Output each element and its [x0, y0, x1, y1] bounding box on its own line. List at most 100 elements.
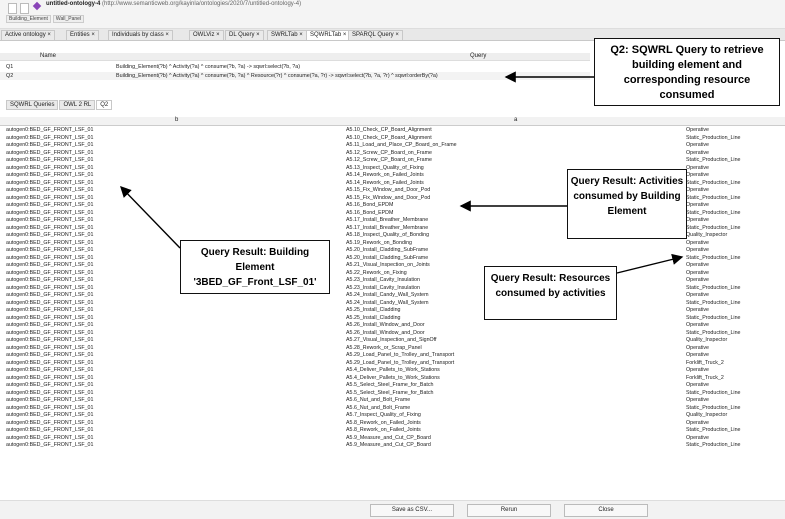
tab-swrltab[interactable]: SWRLTab ×: [267, 30, 307, 40]
query-text: Building_Element(?b) ^ Activity(?a) ^ co…: [116, 73, 438, 79]
cell-building-element: autogen0:BED_GF_FRONT_LSF_01: [6, 209, 94, 216]
tab-close-icon[interactable]: ×: [298, 32, 303, 38]
cell-activity: A5.15_Fix_Window_and_Door_Pod: [346, 194, 431, 201]
back-icon[interactable]: [8, 3, 17, 14]
result-tab-sqwrl-queries[interactable]: SQWRL Queries: [6, 100, 59, 110]
result-tab-owl-2-rl[interactable]: OWL 2 RL: [59, 100, 96, 110]
table-row[interactable]: autogen0:BED_GF_FRONT_LSF_01 A5.19_Rework…: [0, 240, 785, 248]
cell-resource: Operative: [686, 149, 709, 156]
table-row[interactable]: autogen0:BED_GF_FRONT_LSF_01 A5.6_Nut_and…: [0, 405, 785, 413]
table-row[interactable]: autogen0:BED_GF_FRONT_LSF_01 A5.25_Instal…: [0, 307, 785, 315]
table-row[interactable]: autogen0:BED_GF_FRONT_LSF_01 A5.5_Select_…: [0, 390, 785, 398]
table-row[interactable]: autogen0:BED_GF_FRONT_LSF_01 A5.9_Measure…: [0, 435, 785, 443]
query-row-q2[interactable]: Q2 Building_Element(?b) ^ Activity(?a) ^…: [0, 72, 590, 80]
tab-close-icon[interactable]: ×: [46, 32, 51, 38]
tab-close-icon[interactable]: ×: [90, 32, 95, 38]
table-row[interactable]: autogen0:BED_GF_FRONT_LSF_01 A5.27_Visual…: [0, 337, 785, 345]
rerun-button[interactable]: Rerun: [467, 504, 551, 517]
table-row[interactable]: autogen0:BED_GF_FRONT_LSF_01 A5.12_Screw_…: [0, 150, 785, 158]
cell-activity: A5.26_Install_Window_and_Door: [346, 329, 425, 336]
breadcrumb-item-building-element[interactable]: Building_Element: [6, 15, 51, 23]
table-row[interactable]: autogen0:BED_GF_FRONT_LSF_01 A5.22_Rework…: [0, 270, 785, 278]
cell-resource: Quality_Inspector: [686, 232, 728, 238]
table-row[interactable]: autogen0:BED_GF_FRONT_LSF_01 A5.25_Instal…: [0, 315, 785, 323]
ontology-title: untitled-ontology-4 (http://www.semantic…: [46, 1, 301, 7]
cell-activity: A5.21_Visual_Inspection_on_Joints: [346, 262, 430, 268]
result-tab-q2[interactable]: Q2: [96, 100, 113, 110]
table-row[interactable]: autogen0:BED_GF_FRONT_LSF_01 A5.24_Instal…: [0, 300, 785, 308]
table-row[interactable]: autogen0:BED_GF_FRONT_LSF_01 A5.26_Instal…: [0, 322, 785, 330]
cell-resource: Operative: [686, 344, 709, 351]
cell-activity: A5.12_Screw_CP_Board_on_Frame: [346, 149, 432, 156]
table-row[interactable]: autogen0:BED_GF_FRONT_LSF_01 A5.20_Instal…: [0, 247, 785, 255]
cell-building-element: autogen0:BED_GF_FRONT_LSF_01: [6, 224, 94, 231]
table-row[interactable]: autogen0:BED_GF_FRONT_LSF_01 A5.8_Rework_…: [0, 427, 785, 435]
forward-icon[interactable]: [20, 3, 29, 14]
tab-entities[interactable]: Entities ×: [66, 30, 99, 40]
cell-activity: A5.28_Rework_or_Scrap_Panel: [346, 344, 422, 351]
breadcrumb: Building_Element Wall_Panel: [6, 15, 86, 23]
table-row[interactable]: autogen0:BED_GF_FRONT_LSF_01 A5.11_Load_a…: [0, 142, 785, 150]
table-row[interactable]: autogen0:BED_GF_FRONT_LSF_01 A5.28_Rework…: [0, 345, 785, 353]
cell-building-element: autogen0:BED_GF_FRONT_LSF_01: [6, 359, 94, 366]
cell-activity: A5.22_Rework_on_Fixing: [346, 269, 407, 276]
table-row[interactable]: autogen0:BED_GF_FRONT_LSF_01 A5.4_Deliver…: [0, 375, 785, 383]
cell-building-element: autogen0:BED_GF_FRONT_LSF_01: [6, 134, 94, 141]
tab-close-icon[interactable]: ×: [341, 32, 347, 38]
table-row[interactable]: autogen0:BED_GF_FRONT_LSF_01 A5.23_Instal…: [0, 285, 785, 293]
table-row[interactable]: autogen0:BED_GF_FRONT_LSF_01 A5.29_Load_P…: [0, 352, 785, 360]
tab-close-icon[interactable]: ×: [214, 32, 220, 38]
tab-active-ontology[interactable]: Active ontology ×: [1, 30, 55, 40]
table-row[interactable]: autogen0:BED_GF_FRONT_LSF_01 A5.23_Instal…: [0, 277, 785, 285]
tab-close-icon[interactable]: ×: [254, 32, 260, 38]
cell-resource: Operative: [686, 269, 709, 276]
table-row[interactable]: autogen0:BED_GF_FRONT_LSF_01 A5.4_Deliver…: [0, 367, 785, 375]
cell-resource: Quality_Inspector: [686, 412, 728, 418]
tab-sqwrltab[interactable]: SQWRLTab ×: [306, 30, 351, 40]
cell-building-element: autogen0:BED_GF_FRONT_LSF_01: [6, 322, 94, 328]
table-row[interactable]: autogen0:BED_GF_FRONT_LSF_01 A5.21_Visual…: [0, 262, 785, 270]
table-row[interactable]: autogen0:BED_GF_FRONT_LSF_01 A5.10_Check_…: [0, 127, 785, 135]
table-row[interactable]: autogen0:BED_GF_FRONT_LSF_01 A5.7_Inspect…: [0, 412, 785, 420]
tab-owlviz[interactable]: OWLViz ×: [189, 30, 224, 40]
cell-activity: A5.16_Bond_EPDM: [346, 202, 394, 208]
tab-individuals-by-class[interactable]: Individuals by class ×: [108, 30, 173, 40]
cell-resource: Operative: [686, 142, 709, 148]
tab-dl-query[interactable]: DL Query ×: [225, 30, 264, 40]
cell-resource: Operative: [686, 277, 709, 283]
result-tab-bar: SQWRL Queries OWL 2 RL Q2: [6, 100, 113, 110]
cell-building-element: autogen0:BED_GF_FRONT_LSF_01: [6, 254, 94, 261]
cell-activity: A5.17_Install_Breather_Membrane: [346, 217, 429, 223]
cell-resource: Static_Production_Line: [686, 427, 741, 433]
cell-resource: Static_Production_Line: [686, 284, 741, 291]
cell-building-element: autogen0:BED_GF_FRONT_LSF_01: [6, 202, 94, 208]
table-row[interactable]: autogen0:BED_GF_FRONT_LSF_01 A5.10_Check_…: [0, 135, 785, 143]
table-row[interactable]: autogen0:BED_GF_FRONT_LSF_01 A5.29_Load_P…: [0, 360, 785, 368]
cell-building-element: autogen0:BED_GF_FRONT_LSF_01: [6, 179, 94, 186]
table-row[interactable]: autogen0:BED_GF_FRONT_LSF_01 A5.9_Measure…: [0, 442, 785, 450]
cell-activity: A5.10_Check_CP_Board_Alignment: [346, 127, 432, 133]
table-row[interactable]: autogen0:BED_GF_FRONT_LSF_01 A5.26_Instal…: [0, 330, 785, 338]
cell-resource: Operative: [686, 397, 709, 403]
table-row[interactable]: autogen0:BED_GF_FRONT_LSF_01 A5.8_Rework_…: [0, 420, 785, 428]
result-table-header: b a: [0, 117, 785, 126]
table-row[interactable]: autogen0:BED_GF_FRONT_LSF_01 A5.12_Screw_…: [0, 157, 785, 165]
table-row[interactable]: autogen0:BED_GF_FRONT_LSF_01 A5.6_Nut_and…: [0, 397, 785, 405]
save-as-csv-button[interactable]: Save as CSV...: [370, 504, 454, 517]
cell-resource: Static_Production_Line: [686, 404, 741, 411]
table-row[interactable]: autogen0:BED_GF_FRONT_LSF_01 A5.24_Instal…: [0, 292, 785, 300]
cell-resource: Operative: [686, 292, 709, 298]
breadcrumb-item-wall-panel[interactable]: Wall_Panel: [52, 15, 85, 23]
query-row-q1[interactable]: Q1 Building_Element(?b) ^ Activity(?a) ^…: [0, 63, 590, 71]
table-row[interactable]: autogen0:BED_GF_FRONT_LSF_01 A5.20_Instal…: [0, 255, 785, 263]
tab-close-icon[interactable]: ×: [394, 32, 399, 38]
cell-resource: Static_Production_Line: [686, 194, 741, 201]
tab-close-icon[interactable]: ×: [164, 32, 169, 38]
tab-sparql-query[interactable]: SPARQL Query ×: [348, 30, 403, 40]
cell-building-element: autogen0:BED_GF_FRONT_LSF_01: [6, 442, 94, 448]
close-button[interactable]: Close: [564, 504, 648, 517]
cell-building-element: autogen0:BED_GF_FRONT_LSF_01: [6, 314, 94, 321]
cell-activity: A5.5_Select_Steel_Frame_for_Batch: [346, 382, 434, 388]
table-row[interactable]: autogen0:BED_GF_FRONT_LSF_01 A5.5_Select_…: [0, 382, 785, 390]
cell-building-element: autogen0:BED_GF_FRONT_LSF_01: [6, 434, 94, 441]
